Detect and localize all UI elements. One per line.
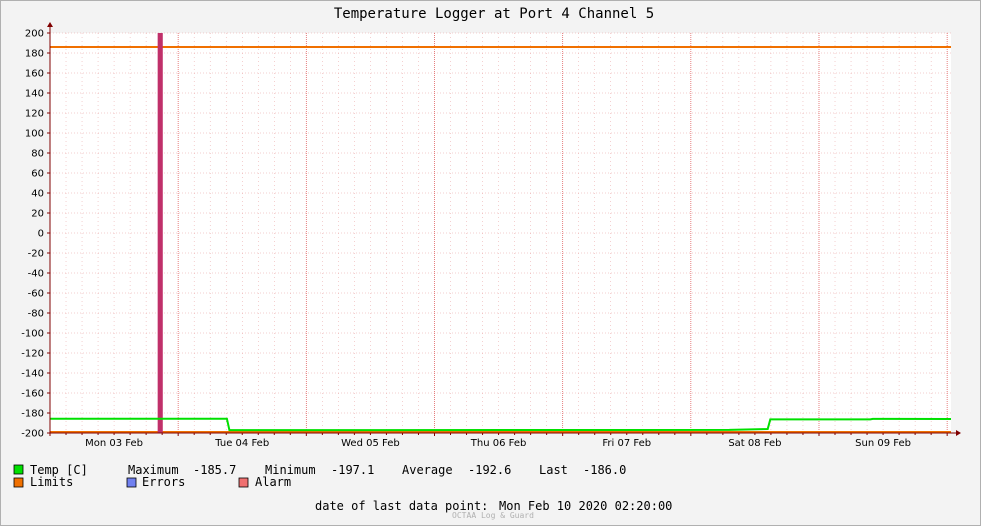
legend-limits-label: Limits [30, 475, 73, 489]
chart-title: Temperature Logger at Port 4 Channel 5 [334, 6, 654, 22]
y-tick-label: 20 [31, 209, 44, 220]
legend-last-value: -186.0 [583, 463, 626, 477]
errors-swatch [126, 477, 137, 488]
y-tick-label: -120 [21, 349, 44, 360]
y-tick-label: 140 [25, 89, 44, 100]
grid [49, 32, 951, 434]
temp-swatch [13, 464, 24, 475]
legend-avg-value: -192.6 [468, 463, 511, 477]
x-tick-label: Sun 09 Feb [855, 438, 911, 449]
y-tick-label: 180 [25, 49, 44, 60]
x-tick-labels: Mon 03 Feb Tue 04 Feb Wed 05 Feb Thu 06 Feb… [85, 438, 911, 449]
x-axis-arrow [956, 430, 961, 436]
y-axis-arrow [47, 22, 53, 27]
alarm-bars [157, 33, 163, 433]
y-tick-label: 60 [31, 169, 44, 180]
y-tick-label: 100 [25, 129, 44, 140]
y-tick-label: -20 [28, 249, 44, 260]
y-tick-labels: 200180160140120100806040200-20-40-60-80-… [21, 29, 44, 440]
y-tick-label: -140 [21, 369, 44, 380]
y-tick-label: 40 [31, 189, 44, 200]
legend-max-value: -185.7 [193, 463, 236, 477]
x-tick-label: Tue 04 Feb [214, 438, 269, 449]
y-tick-label: 80 [31, 149, 44, 160]
limits-swatch [13, 477, 24, 488]
x-tick-label: Fri 07 Feb [602, 438, 651, 449]
y-tick-label: -160 [21, 389, 44, 400]
alarm-swatch [238, 477, 249, 488]
y-tick-label: 160 [25, 69, 44, 80]
y-tick-label: 120 [25, 109, 44, 120]
y-tick-label: -100 [21, 329, 44, 340]
legend-alarm-label: Alarm [255, 475, 291, 489]
legend-avg-label: Average [402, 463, 453, 477]
temperature-chart: Temperature Logger at Port 4 Channel 5 2… [13, 6, 961, 520]
watermark: OCTAA Log & Guard [452, 511, 534, 520]
x-tick-label: Mon 03 Feb [85, 438, 143, 449]
x-tick-label: Wed 05 Feb [341, 438, 400, 449]
legend-min-value: -197.1 [331, 463, 374, 477]
legend-last-label: Last [539, 463, 568, 477]
y-tick-label: 200 [25, 29, 44, 40]
y-tick-label: 0 [38, 229, 44, 240]
y-tick-label: -40 [28, 269, 44, 280]
y-tick-label: -200 [21, 429, 44, 440]
y-tick-label: -80 [28, 309, 44, 320]
legend-errors-label: Errors [142, 475, 185, 489]
x-tick-label: Thu 06 Feb [470, 438, 527, 449]
alarm-bar [157, 33, 163, 433]
y-tick-label: -60 [28, 289, 44, 300]
y-tick-label: -180 [21, 409, 44, 420]
x-tick-label: Sat 08 Feb [728, 438, 781, 449]
